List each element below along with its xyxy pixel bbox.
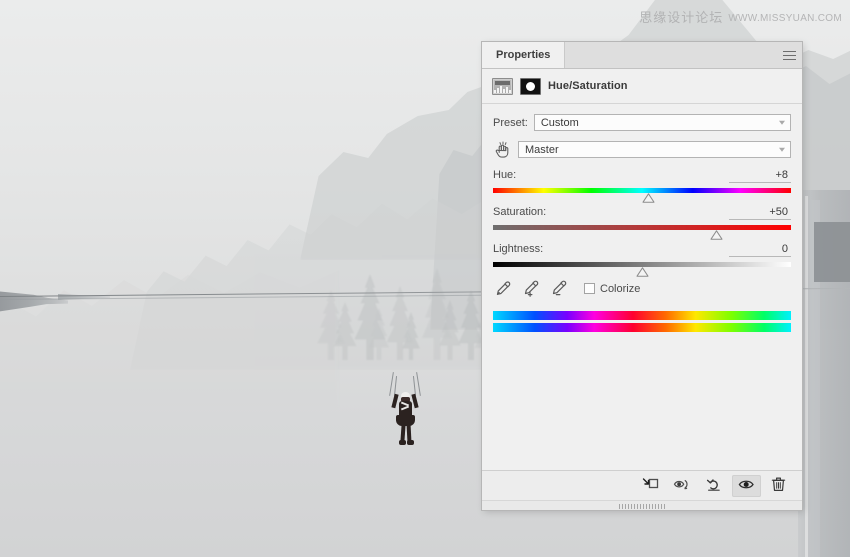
adjustment-header: Hue/Saturation: [482, 69, 802, 104]
preset-select[interactable]: Custom: [533, 114, 791, 131]
targeted-adjustment-tool-icon[interactable]: [492, 139, 513, 160]
panel-resize-strip[interactable]: [482, 500, 802, 510]
chevron-down-icon: [779, 120, 785, 125]
eyedropper-icon[interactable]: [495, 280, 512, 297]
slider-thumb[interactable]: [710, 230, 723, 240]
slider-label-row: Lightness: 0: [493, 243, 791, 257]
trash-icon: [771, 476, 786, 495]
eye-cycle-icon: [673, 477, 692, 495]
properties-panel: Properties Hue/Saturation Preset: Custom: [482, 42, 802, 510]
preset-row: Preset: Custom: [493, 114, 791, 131]
rock-cliff-highlight-edge: [805, 196, 808, 557]
reset-arrow-icon: [706, 476, 723, 495]
panel-footer-toolbar: [482, 470, 802, 500]
watermark-url: WWW.MISSYUAN.COM: [728, 13, 842, 24]
watermark: 思缘设计论坛 WWW.MISSYUAN.COM: [639, 7, 842, 26]
conifer-tree: [386, 286, 414, 360]
resize-grip[interactable]: [619, 504, 665, 509]
eyedropper-tools: Colorize: [493, 280, 791, 297]
slider-value[interactable]: +8: [729, 169, 791, 183]
color-range-spectrum: [493, 311, 791, 332]
tab-properties-label: Properties: [496, 49, 551, 61]
clip-to-layer-icon: [642, 477, 659, 495]
slider-gradient-bar: [493, 225, 791, 230]
slider-name: Lightness:: [493, 243, 544, 255]
slider-thumb[interactable]: [636, 267, 649, 277]
ziplining-person: [382, 372, 428, 450]
color-range-result-bar: [493, 323, 791, 332]
colorize-label: Colorize: [600, 282, 641, 295]
reset-button[interactable]: [700, 475, 729, 497]
delete-layer-button[interactable]: [764, 475, 793, 497]
channel-value: Master: [525, 143, 559, 156]
rock-cliff-dark-block: [814, 222, 850, 282]
slider-name: Hue:: [493, 169, 517, 181]
slider-saturation: Saturation: +50: [493, 206, 791, 240]
adjustment-title: Hue/Saturation: [548, 80, 628, 92]
panel-body: Preset: Custom Master Hue: +8 Saturation…: [482, 104, 802, 470]
panel-tabstrip: Properties: [482, 42, 802, 69]
eyedropper-add-icon[interactable]: [523, 280, 540, 297]
slider-track[interactable]: [493, 262, 791, 277]
slider-hue: Hue: +8: [493, 169, 791, 203]
toggle-layer-visibility-button[interactable]: [732, 474, 761, 497]
slider-group: Hue: +8 Saturation: +50 Lightness: 0: [493, 169, 791, 277]
adjustment-layer-thumbnail[interactable]: [492, 77, 513, 95]
tab-properties[interactable]: Properties: [482, 42, 566, 68]
slider-track[interactable]: [493, 225, 791, 240]
slider-lightness: Lightness: 0: [493, 243, 791, 277]
channel-select[interactable]: Master: [518, 141, 791, 158]
layer-mask-thumbnail[interactable]: [520, 77, 541, 95]
tabstrip-filler: [565, 42, 776, 68]
slider-value[interactable]: 0: [729, 243, 791, 257]
colorize-checkbox-wrap[interactable]: Colorize: [584, 283, 640, 295]
slider-track[interactable]: [493, 188, 791, 203]
preset-value: Custom: [540, 116, 579, 129]
eye-icon: [738, 478, 755, 494]
slider-label-row: Saturation: +50: [493, 206, 791, 220]
slider-thumb[interactable]: [642, 193, 655, 203]
slider-value[interactable]: +50: [729, 206, 791, 220]
eyedropper-subtract-icon[interactable]: [551, 280, 568, 297]
preset-label: Preset:: [493, 116, 528, 129]
color-range-spectrum-bar: [493, 311, 791, 320]
slider-label-row: Hue: +8: [493, 169, 791, 183]
channel-row: Master: [493, 139, 791, 160]
chevron-down-icon: [779, 147, 785, 152]
slider-name: Saturation:: [493, 206, 547, 218]
panel-menu-icon[interactable]: [776, 42, 802, 68]
colorize-checkbox[interactable]: [584, 283, 595, 294]
watermark-chinese: 思缘设计论坛: [639, 10, 724, 25]
clip-to-layer-button[interactable]: [636, 475, 665, 497]
toggle-preview-button[interactable]: [668, 475, 697, 497]
conifer-tree: [422, 268, 452, 360]
